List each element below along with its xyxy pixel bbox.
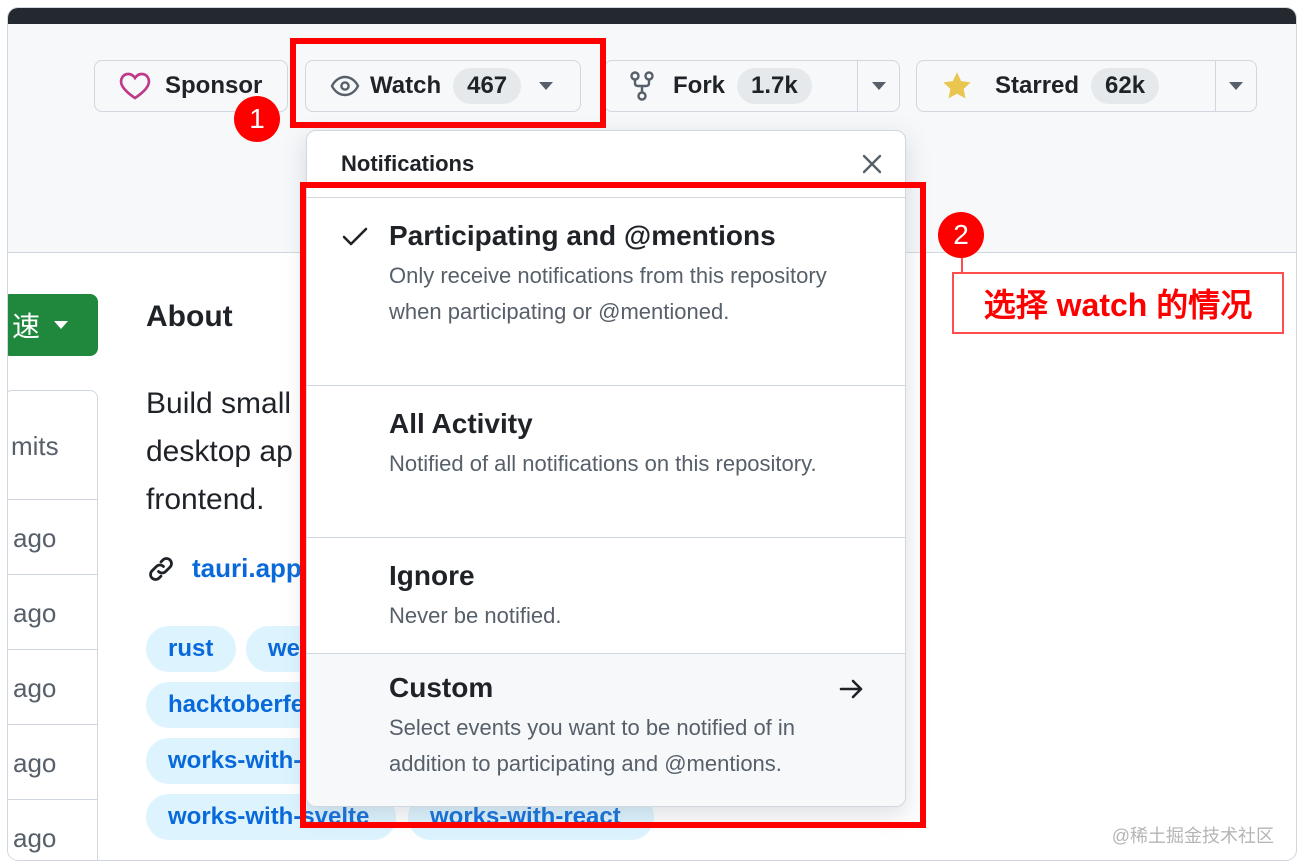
heart-icon (119, 71, 151, 101)
commit-time: ago (13, 673, 57, 703)
homepage-link-label: tauri.app (192, 553, 302, 583)
fork-button[interactable]: Fork 1.7k (605, 61, 857, 111)
about-line: desktop ap (146, 435, 293, 468)
chevron-down-icon (871, 82, 886, 90)
options-highlight-box (300, 182, 926, 828)
commit-time: ago (13, 748, 57, 778)
about-heading: About (146, 300, 233, 333)
divider (8, 649, 97, 650)
topic-tag[interactable]: works-with- (146, 738, 326, 784)
divider (8, 499, 97, 500)
starred-button[interactable]: Starred 62k (917, 61, 1215, 111)
link-icon (146, 554, 176, 584)
star-dropdown-button[interactable] (1216, 61, 1256, 111)
about-line: frontend. (146, 483, 265, 516)
starred-count: 62k (1091, 68, 1160, 104)
fork-label: Fork (673, 72, 726, 99)
code-button[interactable]: 速 (8, 294, 98, 356)
about-description: Build small desktop ap frontend. (146, 380, 316, 524)
commit-time: ago (13, 823, 57, 853)
about-line: Build small (146, 387, 292, 420)
commit-time: ago (13, 598, 57, 628)
close-icon[interactable] (861, 153, 883, 175)
topic-tag[interactable]: rust (146, 626, 236, 672)
step-badge-1: 1 (234, 96, 280, 142)
star-button-group: Starred 62k (916, 60, 1257, 112)
commit-list-panel: mits ago ago ago ago ago (8, 390, 98, 860)
watch-highlight-box (290, 38, 606, 128)
sponsor-label: Sponsor (165, 72, 263, 99)
chevron-down-icon (54, 321, 69, 329)
annotation-note: 选择 watch 的情况 (952, 272, 1284, 334)
starred-label: Starred (995, 72, 1080, 99)
divider (8, 724, 97, 725)
code-button-label: 速 (12, 311, 41, 342)
step-badge-2: 2 (938, 212, 984, 258)
browser-window: Sponsor Watch 467 Fork 1.7k Starred 62k … (8, 8, 1296, 860)
star-fill-icon (941, 71, 973, 101)
commit-time: ago (13, 523, 57, 553)
repo-forked-icon (629, 71, 655, 101)
fork-dropdown-button[interactable] (858, 61, 899, 111)
dropdown-title: Notifications (341, 151, 475, 176)
divider (8, 574, 97, 575)
homepage-link[interactable]: tauri.app (146, 553, 302, 584)
divider (8, 799, 97, 800)
watermark: @稀土掘金技术社区 (1111, 826, 1274, 846)
topic-tag[interactable]: hacktoberfe (146, 682, 326, 728)
fork-count: 1.7k (737, 68, 812, 104)
top-bar (8, 8, 1296, 24)
fork-button-group: Fork 1.7k (604, 60, 900, 112)
chevron-down-icon (1229, 82, 1243, 90)
commits-link[interactable]: mits (11, 431, 59, 462)
